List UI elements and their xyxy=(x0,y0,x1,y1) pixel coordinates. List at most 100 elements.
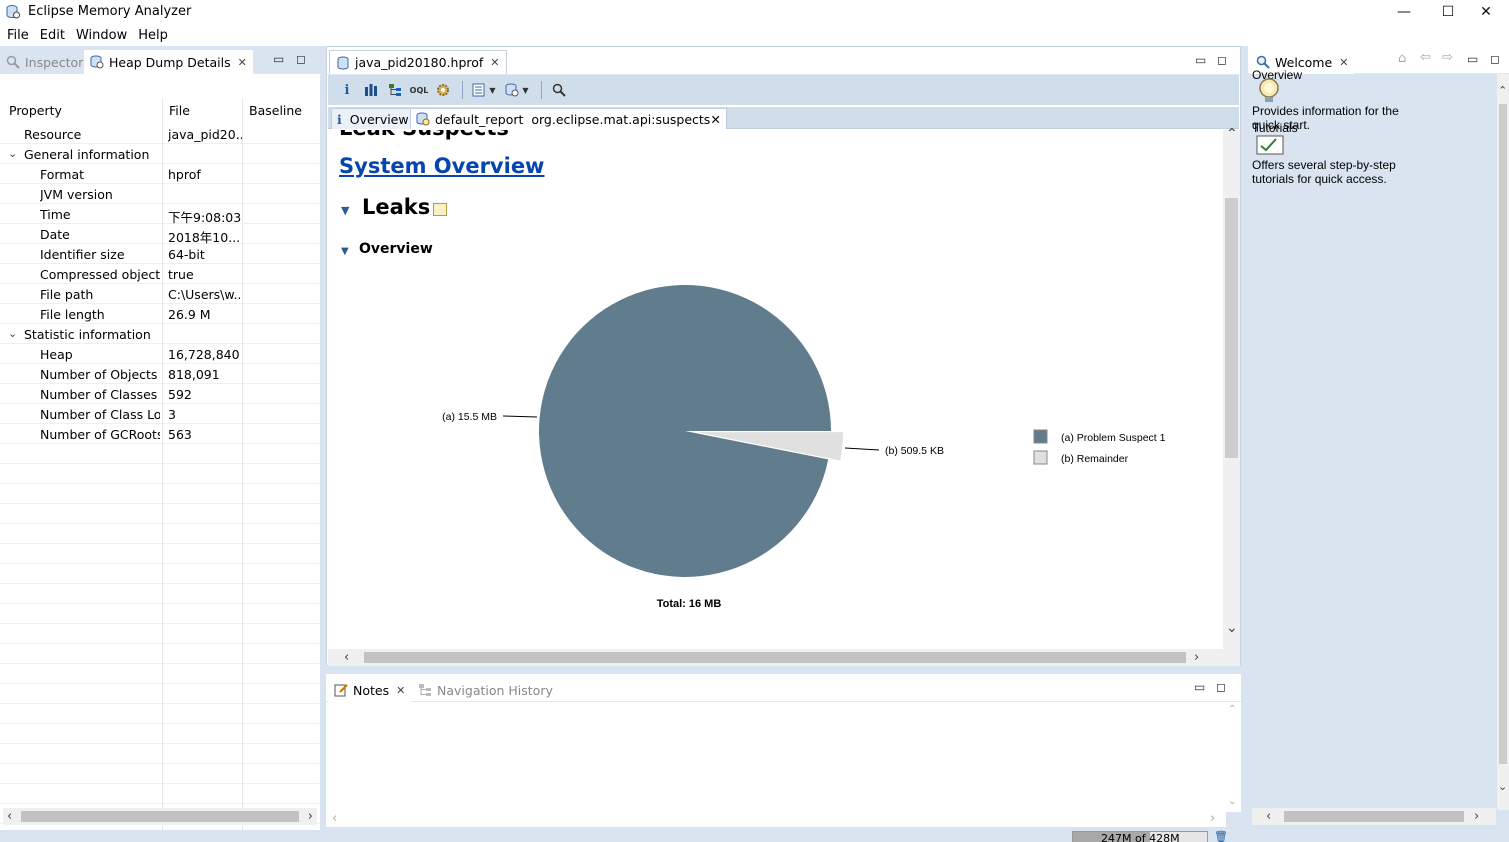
menu-help[interactable]: Help xyxy=(133,24,174,46)
close-icon[interactable]: ✕ xyxy=(238,56,247,69)
property-file-value: 26.9 M xyxy=(168,307,211,322)
close-icon[interactable]: ✕ xyxy=(710,112,720,127)
property-row[interactable]: JVM version xyxy=(0,184,320,204)
maximize-view-icon[interactable]: ◻ xyxy=(1216,680,1226,694)
close-icon[interactable]: ✕ xyxy=(490,56,499,69)
tutorials-icon[interactable] xyxy=(1256,135,1284,155)
scroll-right-icon[interactable]: › xyxy=(308,809,313,824)
welcome-horizontal-scrollbar[interactable]: ‹ › xyxy=(1252,808,1496,825)
query-browser-dropdown-icon[interactable]: ▼ xyxy=(469,80,499,100)
histogram-icon[interactable] xyxy=(360,80,382,100)
pie-slice-problem-suspect-1[interactable] xyxy=(539,285,831,577)
property-row[interactable]: Number of Classes 592 xyxy=(0,384,320,404)
empty-row xyxy=(0,544,320,564)
property-row[interactable]: Date 2018年10... xyxy=(0,224,320,245)
report-vertical-scrollbar[interactable]: ⌃ ⌄ xyxy=(1223,126,1240,650)
notes-vertical-scrollbar[interactable]: ⌃ ⌄ xyxy=(1226,702,1241,812)
home-icon[interactable]: ⌂ xyxy=(1398,51,1406,66)
chart-total-label: Total: 16 MB xyxy=(657,598,722,610)
property-row[interactable]: Time 下午9:08:03 xyxy=(0,204,320,225)
welcome-vertical-scrollbar[interactable]: ⌃ ⌄ xyxy=(1497,74,1509,810)
property-row[interactable]: Identifier size 64-bit xyxy=(0,244,320,264)
garbage-collect-icon[interactable]: 🗑 xyxy=(1214,830,1228,842)
scrollbar-thumb[interactable] xyxy=(1499,104,1507,764)
property-file-value: true xyxy=(168,267,194,282)
system-overview-link[interactable]: System Overview xyxy=(339,154,544,178)
scroll-up-icon[interactable]: ⌃ xyxy=(1226,126,1238,142)
welcome-item-title[interactable]: Tutorials xyxy=(1252,121,1298,135)
scroll-left-icon[interactable]: ‹ xyxy=(332,811,337,826)
overview-lightbulb-icon[interactable] xyxy=(1258,78,1280,104)
property-file-value: 563 xyxy=(168,427,192,442)
minimize-view-icon[interactable]: ▭ xyxy=(273,52,284,66)
scroll-down-icon[interactable]: ⌄ xyxy=(1498,780,1507,793)
back-arrow-icon[interactable]: ⇦ xyxy=(1420,50,1431,65)
search-icon[interactable] xyxy=(548,80,570,100)
menu-edit[interactable]: Edit xyxy=(35,24,71,46)
expand-chevron-icon[interactable]: ⌄ xyxy=(8,147,17,160)
collapse-triangle-icon[interactable]: ▼ xyxy=(341,246,349,257)
notes-text-area[interactable] xyxy=(326,702,1226,812)
notes-horizontal-scrollbar[interactable]: ‹ › xyxy=(326,810,1226,827)
tab-inspector-label: Inspector xyxy=(25,54,84,70)
details-link-icon[interactable] xyxy=(433,203,447,216)
property-group-row[interactable]: ⌄ Statistic information xyxy=(0,324,320,344)
maximize-view-icon[interactable]: ◻ xyxy=(1217,53,1227,67)
forward-arrow-icon[interactable]: ⇨ xyxy=(1442,50,1453,65)
gear-icon[interactable] xyxy=(432,80,454,100)
oql-icon[interactable]: OQL xyxy=(408,80,430,100)
scrollbar-thumb[interactable] xyxy=(21,811,299,822)
close-button[interactable]: ✕ xyxy=(1463,0,1509,24)
scroll-down-icon[interactable]: ⌄ xyxy=(1228,796,1236,807)
minimize-view-icon[interactable]: ▭ xyxy=(1194,680,1205,694)
report-horizontal-scrollbar[interactable]: ‹ › xyxy=(328,649,1240,666)
minimize-view-icon[interactable]: ▭ xyxy=(1195,53,1206,67)
heap-dump-actions-dropdown-icon[interactable]: ▼ xyxy=(501,80,533,100)
scrollbar-thumb[interactable] xyxy=(1284,811,1464,822)
tab-inspector[interactable]: Inspector xyxy=(0,50,90,74)
scroll-down-icon[interactable]: ⌄ xyxy=(1226,620,1238,636)
property-row[interactable]: Number of GCRoots 563 xyxy=(0,424,320,444)
scroll-left-icon[interactable]: ‹ xyxy=(344,650,349,665)
property-row[interactable]: Number of Class Loa 3 xyxy=(0,404,320,424)
property-row[interactable]: Format hprof xyxy=(0,164,320,184)
dominator-tree-icon[interactable] xyxy=(384,80,406,100)
left-horizontal-scrollbar[interactable]: ‹ › xyxy=(3,808,317,825)
minimize-button[interactable]: — xyxy=(1381,0,1427,24)
expand-chevron-icon[interactable]: ⌄ xyxy=(8,327,17,340)
scroll-up-icon[interactable]: ⌃ xyxy=(1498,84,1507,97)
close-icon[interactable]: ✕ xyxy=(1339,56,1348,69)
scroll-left-icon[interactable]: ‹ xyxy=(7,809,12,824)
scroll-right-icon[interactable]: › xyxy=(1474,809,1479,824)
property-row[interactable]: Resource java_pid20... xyxy=(0,124,320,144)
scrollbar-thumb[interactable] xyxy=(1225,198,1238,458)
tab-navigation-history[interactable]: Navigation History xyxy=(412,678,559,702)
property-group-row[interactable]: ⌄ General information xyxy=(0,144,320,164)
close-icon[interactable]: ✕ xyxy=(396,684,405,697)
empty-row xyxy=(0,484,320,504)
tab-notes[interactable]: Notes ✕ xyxy=(328,678,412,702)
scrollbar-thumb[interactable] xyxy=(364,652,1186,663)
minimize-view-icon[interactable]: ▭ xyxy=(1467,52,1478,66)
scroll-right-icon[interactable]: › xyxy=(1210,811,1215,826)
scroll-right-icon[interactable]: › xyxy=(1194,650,1199,665)
menu-window[interactable]: Window xyxy=(71,24,133,46)
property-row[interactable]: File path C:\Users\w... xyxy=(0,284,320,304)
property-row[interactable]: Number of Objects 818,091 xyxy=(0,364,320,384)
property-row[interactable]: Compressed object p true xyxy=(0,264,320,284)
scroll-up-icon[interactable]: ⌃ xyxy=(1228,704,1236,715)
info-icon[interactable]: i xyxy=(336,80,358,100)
scroll-left-icon[interactable]: ‹ xyxy=(1266,809,1271,824)
tab-default-report[interactable]: default_report org.eclipse.mat.api:suspe… xyxy=(410,108,727,129)
tab-heap-dump-details[interactable]: Heap Dump Details ✕ xyxy=(84,50,253,74)
maximize-view-icon[interactable]: ◻ xyxy=(296,52,306,66)
property-row[interactable]: Heap 16,728,840 xyxy=(0,344,320,364)
maximize-view-icon[interactable]: ◻ xyxy=(1490,52,1500,66)
heap-status[interactable]: 247M of 428M xyxy=(1072,831,1208,842)
menu-file[interactable]: File xyxy=(2,24,35,46)
property-row[interactable]: File length 26.9 M xyxy=(0,304,320,324)
collapse-triangle-icon[interactable]: ▼ xyxy=(341,204,349,217)
tab-hprof-file[interactable]: java_pid20180.hprof ✕ xyxy=(329,50,507,74)
empty-row xyxy=(0,504,320,524)
tab-overview[interactable]: i Overview xyxy=(331,108,415,129)
